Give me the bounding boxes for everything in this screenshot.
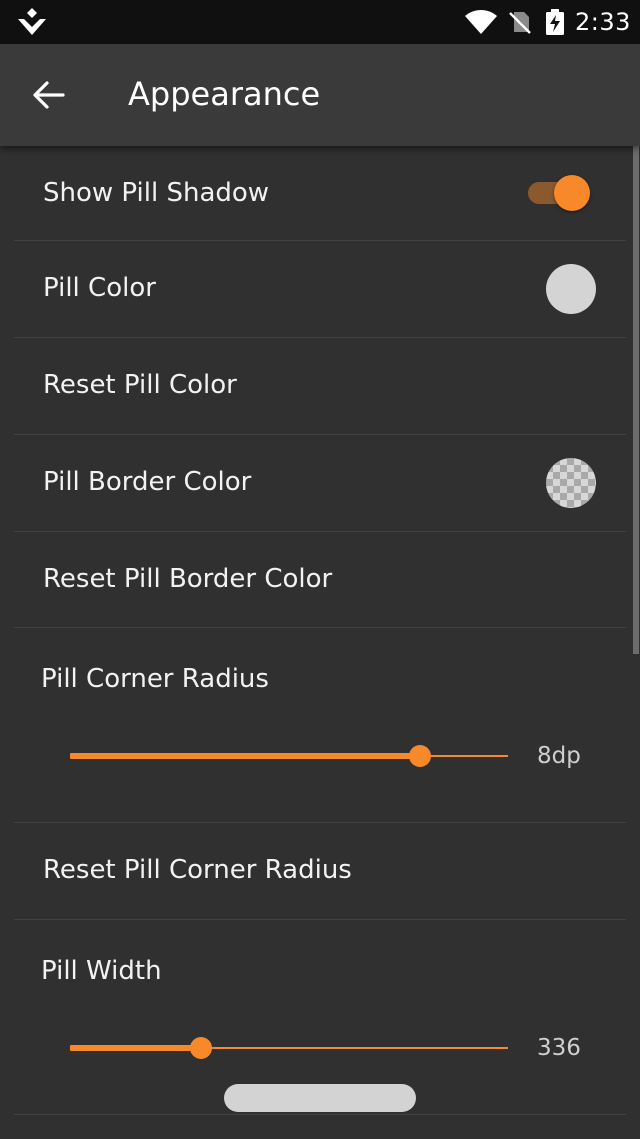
slider-fill — [70, 1045, 201, 1051]
no-sim-icon — [509, 12, 531, 34]
slider-thumb[interactable] — [190, 1037, 212, 1059]
wifi-icon — [465, 10, 497, 34]
back-button[interactable] — [26, 72, 72, 118]
setting-reset-pill-color[interactable]: Reset Pill Color — [14, 338, 626, 435]
setting-label: Pill Corner Radius — [41, 664, 269, 694]
pill-border-color-swatch[interactable] — [546, 458, 596, 508]
setting-reset-pill-border-color[interactable]: Reset Pill Border Color — [14, 532, 626, 628]
show-pill-shadow-toggle[interactable] — [526, 174, 592, 211]
app-bar: Appearance — [0, 44, 640, 146]
arrow-left-icon — [33, 81, 65, 109]
pill-corner-radius-slider[interactable] — [70, 741, 510, 771]
pill-width-slider[interactable] — [70, 1033, 510, 1063]
slider-value: 8dp — [537, 743, 581, 769]
setting-label: Pill Width — [41, 956, 162, 986]
app-notification-icon — [18, 8, 46, 35]
setting-pill-corner-radius: Pill Corner Radius 8dp — [14, 628, 626, 823]
status-time: 2:33 — [575, 8, 631, 36]
setting-label: Reset Pill Corner Radius — [43, 855, 352, 885]
setting-label: Pill Border Color — [43, 467, 252, 497]
home-gesture-pill[interactable] — [224, 1084, 416, 1112]
slider-fill — [70, 753, 420, 759]
battery-charging-icon — [546, 9, 564, 35]
settings-list: Show Pill Shadow Pill Color Reset Pill C… — [0, 146, 640, 1139]
setting-pill-color[interactable]: Pill Color — [14, 241, 626, 338]
page-title: Appearance — [128, 75, 321, 113]
slider-thumb[interactable] — [409, 745, 431, 767]
scrollbar[interactable] — [633, 146, 639, 654]
setting-label: Reset Pill Border Color — [43, 564, 333, 594]
setting-label: Show Pill Shadow — [43, 178, 270, 208]
setting-pill-border-color[interactable]: Pill Border Color — [14, 435, 626, 532]
setting-reset-pill-corner-radius[interactable]: Reset Pill Corner Radius — [14, 823, 626, 920]
status-bar: 2:33 — [0, 0, 640, 44]
setting-show-pill-shadow[interactable]: Show Pill Shadow — [14, 146, 626, 241]
toggle-thumb — [554, 175, 590, 211]
slider-value: 336 — [537, 1035, 581, 1061]
setting-label: Reset Pill Color — [43, 370, 237, 400]
pill-color-swatch[interactable] — [546, 264, 596, 314]
setting-label: Pill Color — [43, 273, 156, 303]
